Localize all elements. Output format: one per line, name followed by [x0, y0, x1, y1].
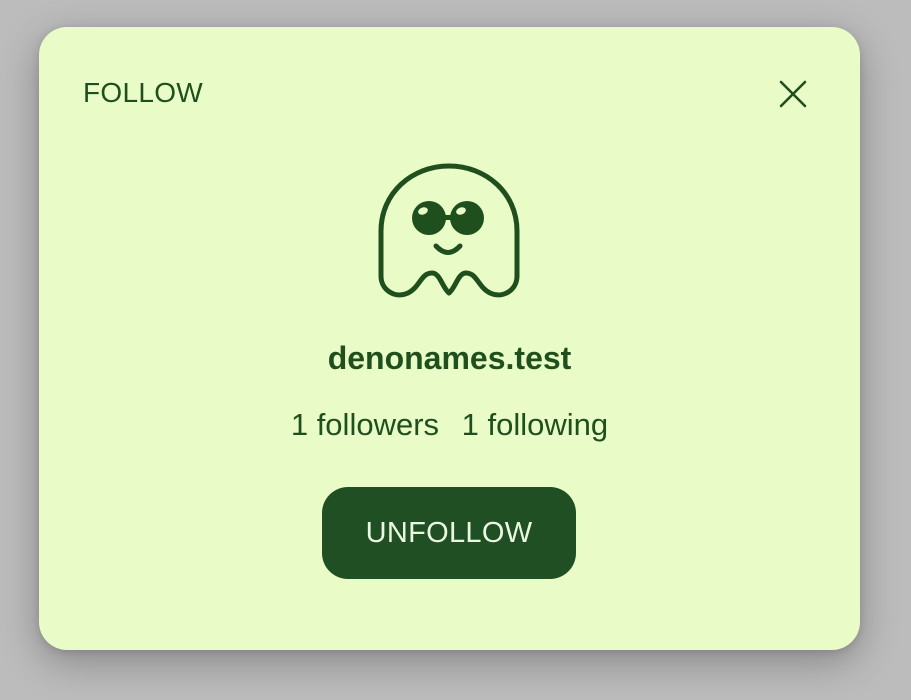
- modal-backdrop[interactable]: FOLLOW denonames.test 1 followers 1 foll…: [0, 0, 911, 700]
- close-icon: [779, 80, 807, 108]
- close-button[interactable]: [772, 73, 814, 115]
- follow-stats: 1 followers 1 following: [39, 407, 860, 443]
- ghost-sunglasses-icon: [378, 163, 520, 298]
- username: denonames.test: [327, 340, 572, 376]
- following-count[interactable]: 1 following: [462, 407, 608, 442]
- follow-modal: FOLLOW denonames.test 1 followers 1 foll…: [39, 27, 860, 650]
- modal-title: FOLLOW: [83, 77, 204, 108]
- followers-count[interactable]: 1 followers: [291, 407, 439, 442]
- unfollow-button[interactable]: UNFOLLOW: [322, 487, 576, 579]
